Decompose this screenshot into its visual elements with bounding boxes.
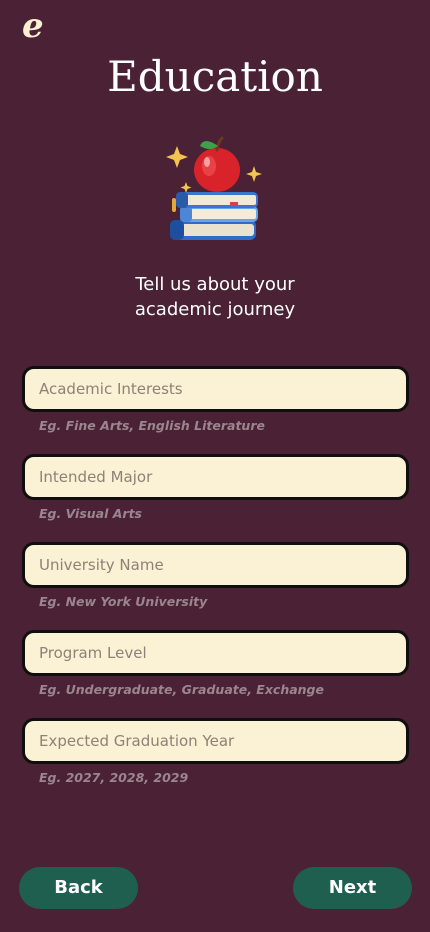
next-button[interactable]: Next [293, 867, 412, 909]
app-logo: e [22, 6, 44, 46]
program-level-input[interactable] [22, 630, 409, 676]
graduation-year-input[interactable] [22, 718, 409, 764]
academic-interests-input[interactable] [22, 366, 409, 412]
program-level-group: Eg. Undergraduate, Graduate, Exchange [22, 630, 409, 698]
intro-text: Tell us about your academic journey [0, 272, 430, 322]
graduation-year-group: Eg. 2027, 2028, 2029 [22, 718, 409, 786]
academic-interests-group: Eg. Fine Arts, English Literature [22, 366, 409, 434]
intro-line-2: academic journey [134, 299, 296, 320]
university-name-input[interactable] [22, 542, 409, 588]
university-name-group: Eg. New York University [22, 542, 409, 610]
back-button[interactable]: Back [19, 867, 138, 909]
apple-on-books-icon [160, 134, 270, 246]
intended-major-input[interactable] [22, 454, 409, 500]
page-title: Education [107, 52, 323, 101]
intro-line-1: Tell us about your [135, 274, 295, 295]
program-level-hint: Eg. Undergraduate, Graduate, Exchange [39, 682, 324, 697]
intended-major-group: Eg. Visual Arts [22, 454, 409, 522]
academic-interests-hint: Eg. Fine Arts, English Literature [39, 418, 265, 433]
university-name-hint: Eg. New York University [39, 594, 208, 609]
graduation-year-hint: Eg. 2027, 2028, 2029 [39, 770, 189, 785]
intended-major-hint: Eg. Visual Arts [39, 506, 142, 521]
